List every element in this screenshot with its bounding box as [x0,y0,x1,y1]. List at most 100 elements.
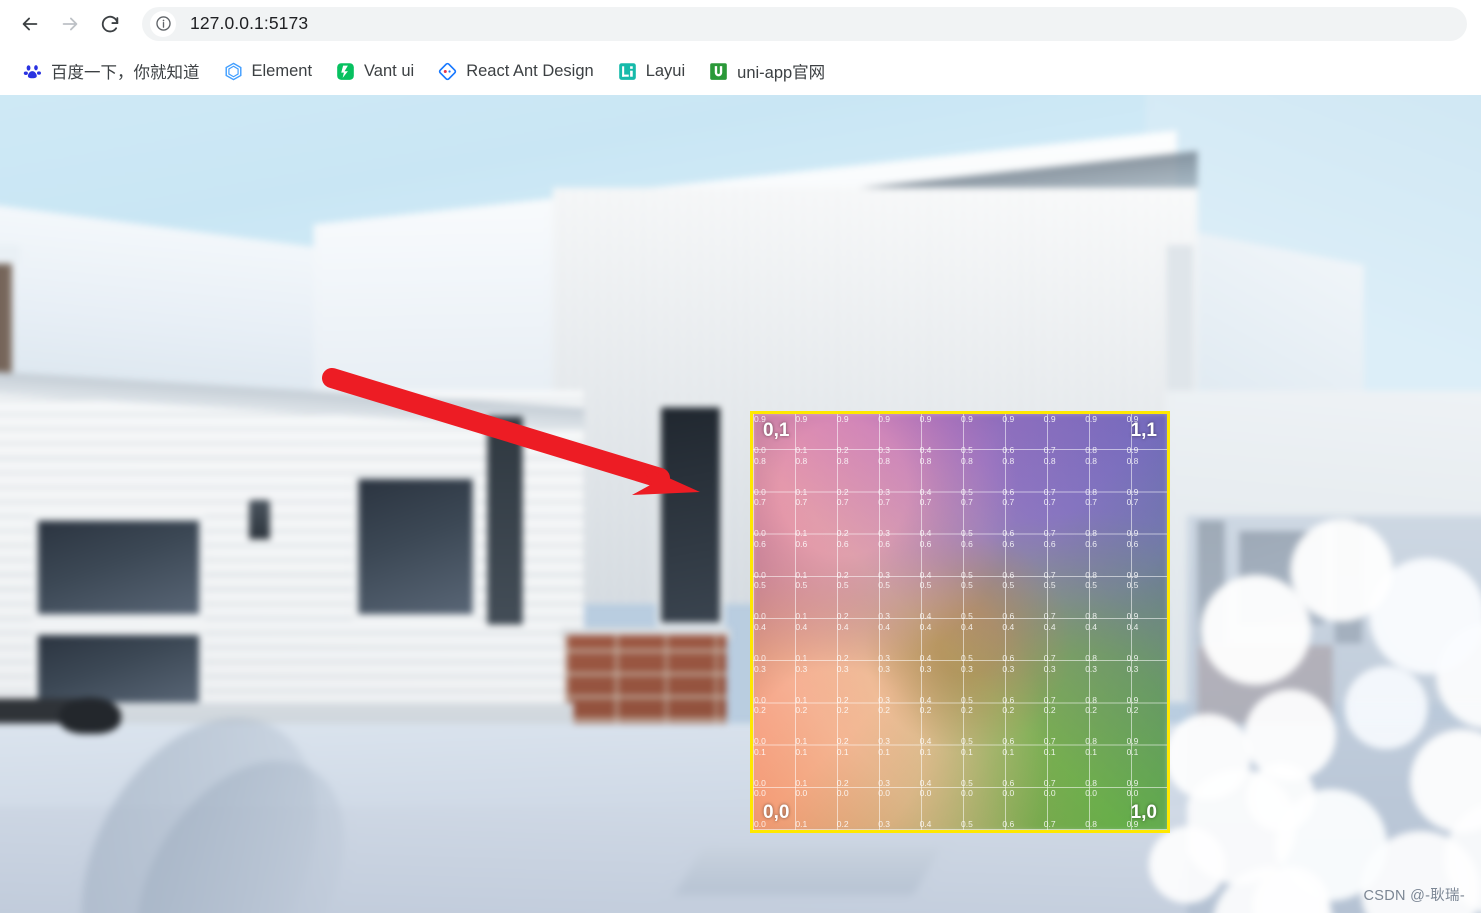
uv-cell-tick: 0.2 [1126,705,1139,716]
uv-cell-tick: 0.1 [1043,746,1056,757]
address-bar[interactable]: 127.0.0.1:5173 [142,6,1467,41]
uv-cell: 0.6 0.2 [836,539,877,581]
uv-cell: 0.9 0.5 [960,414,1001,456]
bookmark-label: uni-app官网 [737,64,826,82]
uv-cell-tick: 0.1 [1085,746,1098,757]
uv-cell: 0.5 0.6 [1001,580,1042,622]
uv-cell-tick: 0.8 [795,455,808,466]
uv-corner-top-left: 0,1 [763,420,790,441]
uv-cell: 0.6 0.0 [753,539,794,581]
background-photo [0,95,1481,913]
uv-cell: 0.7 0.1 [794,497,835,539]
walkway [674,848,941,896]
uv-cell: 0.6 0.3 [877,539,918,581]
uv-cell-tick: 0.4 [754,621,766,632]
uv-cell: 0.1 0.5 [960,747,1001,789]
uv-cell: 0.5 0.8 [1084,580,1125,622]
uv-cell-tick: 0.2 [919,705,932,716]
uv-cell-tick: 0.7 [1043,497,1056,508]
uv-cell: 0.8 0.7 [1043,456,1084,498]
uv-cell-tick: 0.3 [1002,663,1015,674]
uv-cell: 0.8 0.6 [1001,456,1042,498]
back-button[interactable] [10,4,50,44]
uv-cell-tick: 0.6 [795,538,808,549]
uv-cell: 0.3 0.7 [1043,664,1084,706]
bookmark-element[interactable]: Element [215,56,322,86]
uv-cell-tick: 0.7 [919,497,932,508]
bookmark-vant-ui[interactable]: Vant ui [327,56,423,86]
uv-cell-tick: 0.1 [1002,746,1015,757]
info-circle-icon [155,16,171,31]
uv-cell-tick: 0.1 [795,694,808,705]
uv-cell: 0.1 0.6 [1001,747,1042,789]
uv-cell-tick: 0.9 [1126,777,1139,788]
uv-cell-tick: 0.7 [1043,653,1056,664]
bookmark-baidu[interactable]: 百度一下，你就知道 [14,56,209,86]
uv-cell-tick: 0.8 [1085,445,1098,456]
uv-cell-tick: 0.0 [1043,788,1056,799]
uv-cell-tick: 0.6 [1002,569,1015,580]
site-info-icon[interactable] [150,10,176,37]
uv-cell-tick: 0.5 [961,445,973,456]
reload-button[interactable] [90,4,130,44]
uv-cell: 0.2 0.1 [794,705,835,747]
uv-cell-tick: 0.5 [878,580,891,591]
uv-cell: 0.1 0.2 [836,747,877,789]
uv-cell: 0.7 0.8 [1084,497,1125,539]
uv-cell-tick: 0.6 [961,538,973,549]
uv-cell-tick: 0.9 [1085,414,1098,424]
uv-cell-tick: 0.6 [1002,445,1015,456]
uv-cell-tick: 0.8 [1002,455,1015,466]
uv-grid-overlay[interactable]: 0.9 0.0 0.9 0.1 0.9 0.2 0.9 0.3 0.9 0.4 0.9 0.5 0.9 0… [750,411,1170,833]
uv-cell: 0.1 0.8 [1084,747,1125,789]
url-text[interactable]: 127.0.0.1:5173 [190,13,308,34]
uv-cell: 0.4 0.7 [1043,622,1084,664]
uv-cell-tick: 0.3 [795,663,808,674]
uv-cell: 0.6 0.9 [1126,539,1167,581]
uv-cell-tick: 0.4 [919,528,932,539]
element-hexagon-icon [224,62,243,81]
snowy-bush-lower [1145,702,1354,913]
uv-cell-tick: 0.2 [836,777,849,788]
uv-cell-tick: 0.3 [878,694,891,705]
bookmark-layui[interactable]: Layui [609,56,694,86]
uv-cell-tick: 0.9 [1126,486,1139,497]
uv-cell: 0.3 0.8 [1084,664,1125,706]
uv-cell-tick: 0.5 [961,569,973,580]
bookmark-react-ant-design[interactable]: React Ant Design [429,56,603,86]
uv-cell-tick: 0.3 [754,663,766,674]
uv-cell-tick: 0.7 [1002,497,1015,508]
uv-cell: 0.5 0.4 [919,580,960,622]
uv-cell: 0.9 0.6 [1001,414,1042,456]
uv-cell-tick: 0.9 [878,414,891,424]
uv-cell-tick: 0.3 [878,653,891,664]
bookmark-label: React Ant Design [466,61,594,80]
chimney [0,250,12,376]
uv-cell-tick: 0.8 [1085,528,1098,539]
uv-cell: 0.4 0.9 [1126,622,1167,664]
uv-cell-tick: 0.6 [1002,653,1015,664]
uv-cell: 0.6 0.6 [1001,539,1042,581]
uv-cell-tick: 0.2 [836,694,849,705]
uv-cell-tick: 0.8 [1085,455,1098,466]
uv-cell-tick: 0.9 [1002,414,1015,424]
uv-cell-tick: 0.4 [961,621,973,632]
uv-cell: 0.0 0.6 [1001,788,1042,830]
uv-cell-tick: 0.2 [836,819,849,830]
uv-cell-tick: 0.9 [795,414,808,424]
uv-cell: 0.7 0.9 [1126,497,1167,539]
uv-cell: 0.2 0.7 [1043,705,1084,747]
forward-button[interactable] [50,4,90,44]
uv-cell-tick: 0.4 [1085,621,1098,632]
bookmark-uni-app[interactable]: uni-app官网 [700,56,834,86]
uv-cell-tick: 0.1 [795,445,808,456]
uv-cell-tick: 0.1 [754,746,766,757]
uv-cell: 0.7 0.2 [836,497,877,539]
uv-cell-tick: 0.0 [754,736,766,747]
uv-cell: 0.1 0.4 [919,747,960,789]
uv-cell-tick: 0.6 [1002,819,1015,830]
uv-cell-tick: 0.5 [1085,580,1098,591]
window-gable [656,403,725,627]
uv-cell: 0.7 0.6 [1001,497,1042,539]
uv-cell-tick: 0.1 [795,819,808,830]
